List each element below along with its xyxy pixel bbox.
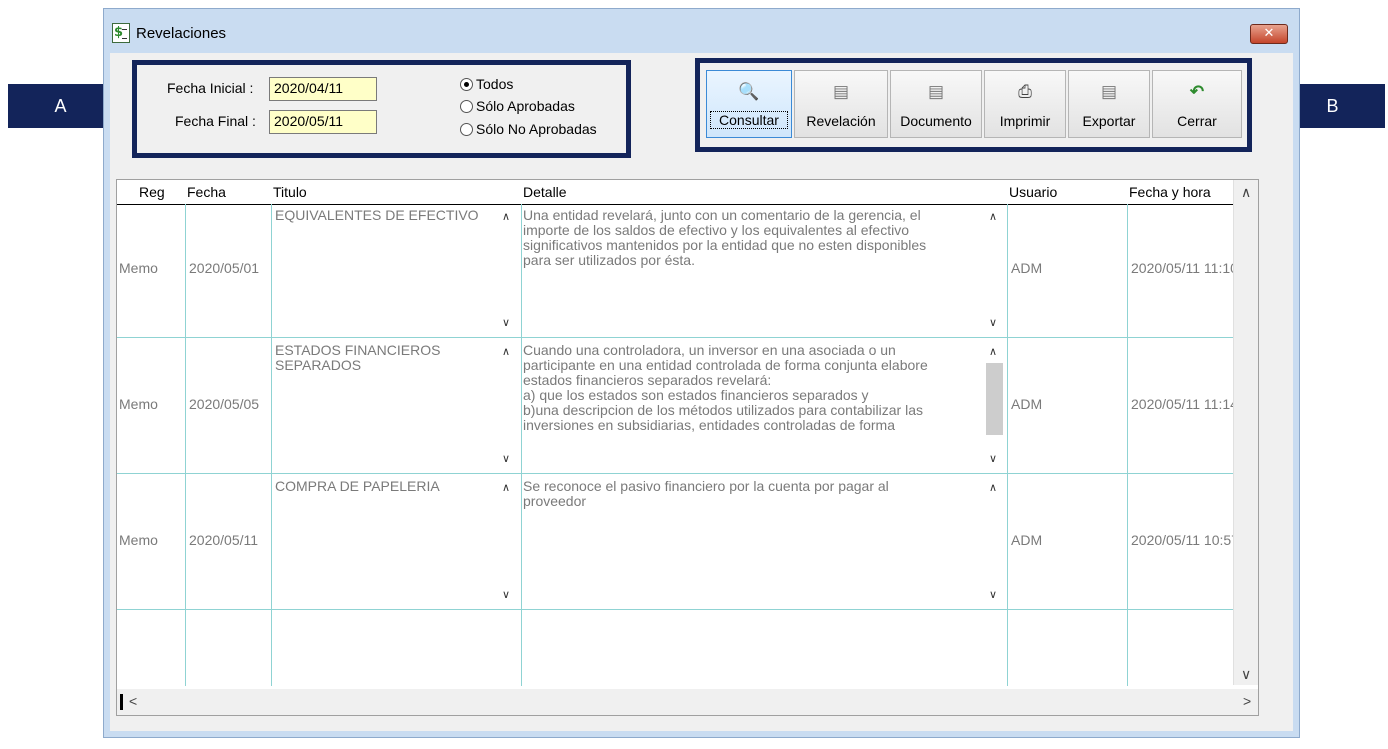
scroll-up-icon[interactable]: ∧ (989, 210, 997, 223)
revelacion-button[interactable]: ▤ Revelación (794, 70, 888, 138)
imprimir-button[interactable]: ⎙ Imprimir (984, 70, 1066, 138)
radio-solo-no-aprobadas[interactable]: Sólo No Aprobadas (460, 120, 597, 140)
scroll-down-icon[interactable]: ∨ (502, 452, 510, 465)
radio-selected-icon (460, 78, 473, 91)
cell-titulo: COMPRA DE PAPELERIA (275, 478, 440, 494)
close-window-button[interactable]: ✕ (1250, 24, 1288, 44)
revelaciones-grid[interactable]: Reg Fecha Titulo Detalle Usuario Fecha y… (116, 179, 1259, 716)
window-title: Revelaciones (136, 25, 227, 42)
column-header-usuario[interactable]: Usuario (1009, 180, 1057, 204)
revelacion-button-label: Revelación (806, 113, 876, 129)
action-toolbar: 🔍 Consultar ▤ Revelación ▤ Documento ⎙ I… (695, 58, 1252, 152)
column-divider (1127, 204, 1128, 686)
column-header-detalle[interactable]: Detalle (523, 180, 567, 204)
header-divider (117, 204, 1252, 205)
app-icon: $ (112, 23, 130, 43)
radio-solo-no-aprobadas-label: Sólo No Aprobadas (476, 121, 597, 137)
client-area: Fecha Inicial : 2020/04/11 Fecha Final :… (110, 53, 1293, 731)
cell-reg: Memo (119, 532, 158, 548)
fecha-final-label: Fecha Final : (175, 113, 256, 129)
cell-detalle: Cuando una controladora, un inversor en … (523, 343, 928, 433)
documents-icon: ▤ (1100, 82, 1118, 101)
cell-reg: Memo (119, 396, 158, 412)
column-header-reg[interactable]: Reg (139, 180, 165, 204)
radio-todos-label: Todos (476, 76, 514, 92)
scroll-down-icon[interactable]: ∨ (989, 588, 997, 601)
cerrar-button-label: Cerrar (1177, 113, 1217, 129)
scroll-up-icon[interactable]: ∧ (502, 210, 510, 223)
scroll-up-icon[interactable]: ∧ (502, 481, 510, 494)
horizontal-scrollbar[interactable]: < > (117, 689, 1258, 715)
scroll-position-marker (120, 694, 123, 710)
cell-fecha: 2020/05/11 (189, 532, 259, 548)
cell-fecha: 2020/05/01 (189, 260, 260, 276)
undo-arrow-icon: ↶ (1189, 82, 1205, 101)
filter-panel: Fecha Inicial : 2020/04/11 Fecha Final :… (132, 60, 631, 158)
radio-empty-icon (460, 123, 473, 136)
radio-solo-aprobadas-label: Sólo Aprobadas (476, 98, 575, 114)
scroll-up-icon[interactable]: ∧ (989, 481, 997, 494)
row-divider (117, 473, 1253, 474)
fecha-final-field[interactable]: 2020/05/11 (269, 110, 377, 134)
documento-button[interactable]: ▤ Documento (890, 70, 982, 138)
consultar-button-label: Consultar (710, 111, 788, 129)
scroll-down-icon[interactable]: ∨ (989, 452, 997, 465)
cell-usuario: ADM (1011, 260, 1043, 276)
exportar-button[interactable]: ▤ Exportar (1068, 70, 1150, 138)
scroll-up-icon[interactable]: ∧ (502, 345, 510, 358)
documents-icon: ▤ (832, 82, 850, 101)
cell-fecha: 2020/05/05 (189, 396, 260, 412)
vertical-scrollbar[interactable]: ∧ ∨ (1233, 180, 1258, 685)
column-divider (271, 204, 272, 686)
cell-usuario: ADM (1011, 532, 1043, 548)
cell-titulo: EQUIVALENTES DE EFECTIVO (275, 207, 479, 223)
exportar-button-label: Exportar (1082, 113, 1136, 129)
column-header-fecha[interactable]: Fecha (187, 180, 226, 204)
fecha-inicial-label: Fecha Inicial : (167, 80, 254, 96)
column-divider (185, 204, 186, 686)
cell-usuario: ADM (1011, 396, 1043, 412)
radio-todos[interactable]: Todos (460, 75, 513, 95)
column-header-fecha-hora[interactable]: Fecha y hora (1129, 180, 1211, 204)
callout-a: A (8, 84, 113, 128)
column-divider (1007, 204, 1008, 686)
fecha-inicial-field[interactable]: 2020/04/11 (269, 77, 377, 101)
scroll-right-icon[interactable]: > (1243, 693, 1251, 709)
printer-icon: ⎙ (1018, 82, 1032, 101)
detail-scroll-thumb[interactable] (986, 363, 1003, 435)
scroll-up-icon[interactable]: ∧ (989, 345, 997, 358)
cell-reg: Memo (119, 260, 158, 276)
row-divider (117, 337, 1253, 338)
scroll-down-icon[interactable]: ∨ (502, 588, 510, 601)
column-header-titulo[interactable]: Titulo (273, 180, 307, 204)
documents-icon: ▤ (927, 82, 945, 101)
scroll-down-icon[interactable]: ∨ (502, 316, 510, 329)
scroll-left-icon[interactable]: < (129, 693, 137, 709)
cell-titulo: ESTADOS FINANCIEROS SEPARADOS (275, 342, 441, 373)
scroll-up-icon[interactable]: ∧ (1241, 184, 1251, 201)
cell-detalle: Se reconoce el pasivo financiero por la … (523, 478, 889, 509)
cerrar-button[interactable]: ↶ Cerrar (1152, 70, 1242, 138)
imprimir-button-label: Imprimir (999, 113, 1051, 129)
title-bar[interactable]: $ Revelaciones ✕ (104, 9, 1299, 53)
scroll-down-icon[interactable]: ∨ (1241, 666, 1251, 683)
revelaciones-window: $ Revelaciones ✕ Fecha Inicial : 2020/04… (103, 8, 1300, 738)
documento-button-label: Documento (900, 113, 972, 129)
column-divider (521, 204, 522, 686)
radio-solo-aprobadas[interactable]: Sólo Aprobadas (460, 97, 575, 117)
radio-empty-icon (460, 100, 473, 113)
row-divider (117, 609, 1253, 610)
scroll-down-icon[interactable]: ∨ (989, 316, 997, 329)
cell-detalle: Una entidad revelará, junto con un comen… (523, 207, 927, 268)
magnifier-icon: 🔍 (738, 82, 760, 101)
consultar-button[interactable]: 🔍 Consultar (706, 70, 792, 138)
